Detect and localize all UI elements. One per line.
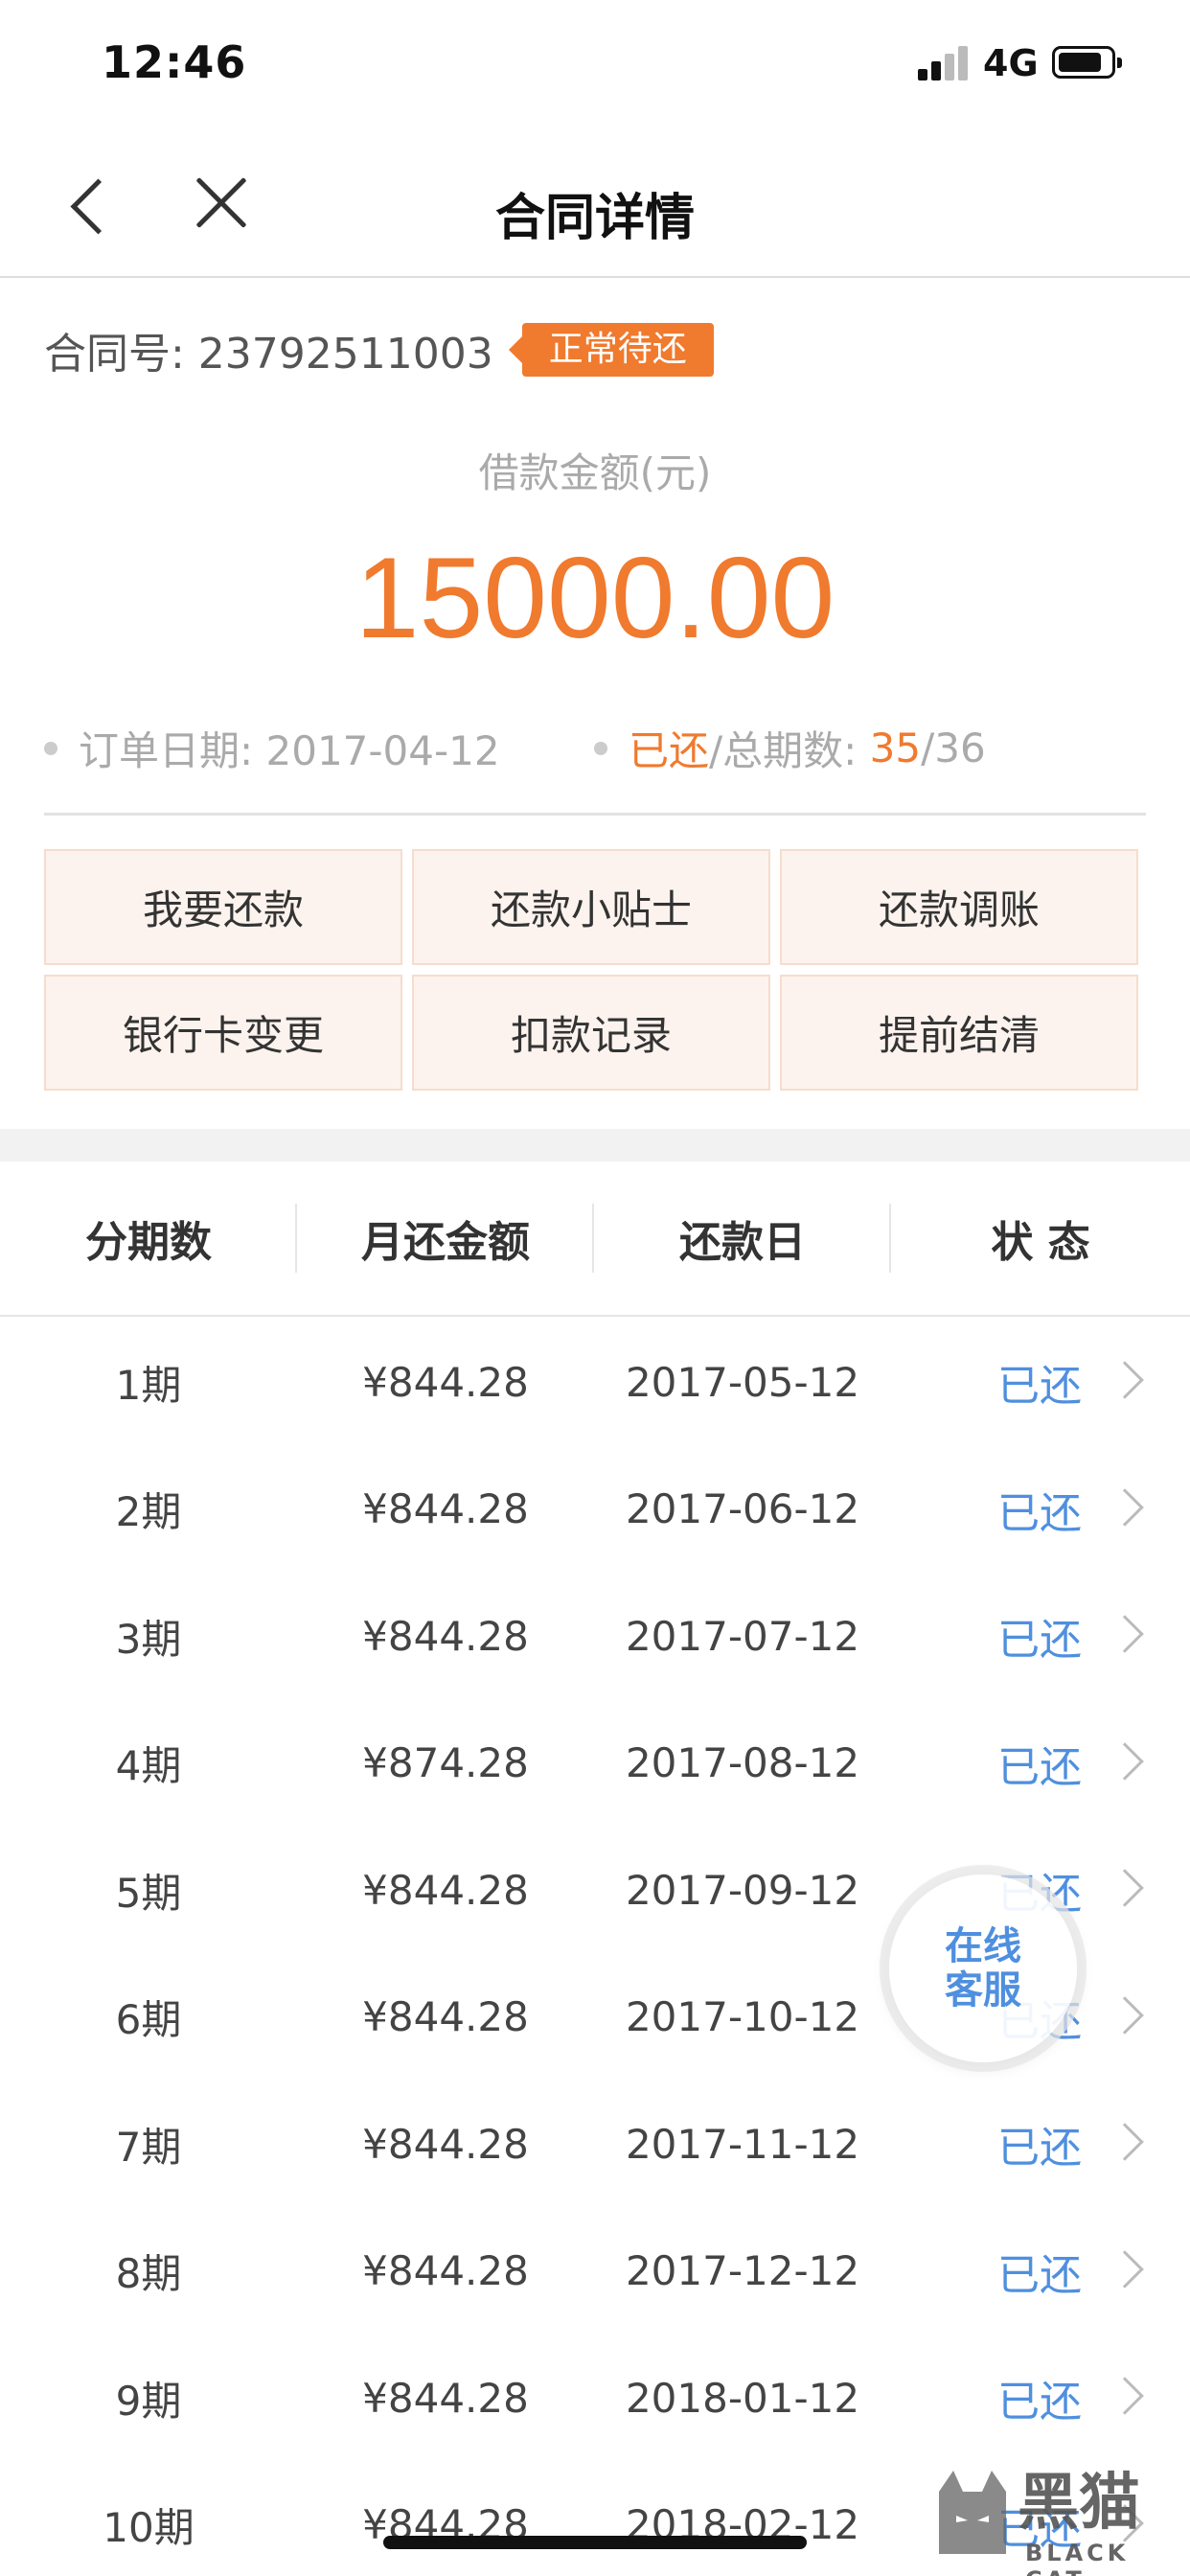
watermark-logo: 黑猫 BLACK CAT [929,2453,1188,2576]
table-row[interactable]: 1期 ¥844.28 2017-05-12 已还 [0,1319,1190,1446]
paid-label: 已还 [629,727,710,774]
contract-row: 合同号: 23792511003 正常待还 [44,316,714,383]
deduction-records-button[interactable]: 扣款记录 [412,975,770,1091]
chevron-right-icon [1106,2123,1144,2161]
divider [44,813,1146,816]
contract-number: 合同号: 23792511003 [44,330,493,379]
nav-bar: 合同详情 [0,129,1190,278]
status-time: 12:46 [102,36,247,88]
row-period: 10期 [103,2504,195,2552]
signal-icon [918,46,968,80]
bullet-icon [44,741,57,755]
row-date: 2017-12-12 [625,2247,860,2295]
chevron-right-icon [1106,1615,1144,1653]
row-date: 2017-11-12 [625,2120,860,2168]
watermark-subtext: BLACK CAT [1025,2540,1130,2576]
row-period: 4期 [115,1742,182,1790]
total-label: /总期数: [709,727,870,774]
row-status: 已还 [997,2124,1082,2174]
row-status: 已还 [997,1616,1082,1666]
row-status: 已还 [997,2378,1082,2427]
row-period: 9期 [115,2377,182,2425]
row-status: 已还 [997,1488,1082,1538]
bullet-icon [594,741,607,755]
change-bank-card-button[interactable]: 银行卡变更 [44,975,402,1091]
header-status: 状 态 [991,1218,1090,1267]
row-period: 5期 [115,1869,182,1917]
online-service-line1: 在线 [945,1924,1021,1968]
network-type: 4G [983,42,1039,84]
amount-label: 借款金额(元) [478,449,712,496]
chevron-right-icon [1106,1741,1144,1781]
header-date: 还款日 [594,1161,891,1316]
chevron-right-icon [1106,1487,1144,1527]
row-period: 6期 [115,1996,182,2044]
chevron-right-icon [1106,2249,1144,2288]
table-row[interactable]: 3期 ¥844.28 2017-07-12 已还 [0,1573,1190,1700]
row-period: 8期 [115,2250,182,2298]
row-amount: ¥844.28 [362,1612,529,1660]
chevron-right-icon [1106,2377,1144,2415]
chevron-right-icon [1106,1995,1144,2035]
row-date: 2017-09-12 [625,1866,860,1914]
action-grid: 我要还款 还款小贴士 还款调账 银行卡变更 扣款记录 提前结清 [44,849,1138,1091]
online-service-button[interactable]: 在线 客服 [889,1874,1077,2062]
row-period: 1期 [115,1361,182,1409]
loan-amount: 15000.00 [355,534,835,662]
row-amount: ¥844.28 [362,2120,529,2168]
early-settlement-button[interactable]: 提前结清 [780,975,1138,1091]
status-badge: 正常待还 [508,323,714,377]
row-amount: ¥844.28 [362,2374,529,2422]
row-date: 2017-08-12 [625,1739,860,1787]
header-amount: 月还金额 [297,1161,594,1316]
row-amount: ¥844.28 [362,1485,529,1533]
row-period: 2期 [115,1488,182,1536]
paid-count: 35 [869,724,922,771]
row-amount: ¥844.28 [362,1358,529,1406]
row-date: 2017-05-12 [625,1358,860,1406]
status-bar: 12:46 4G [0,0,1190,129]
table-row[interactable]: 9期 ¥844.28 2018-01-12 已还 [0,2334,1190,2462]
total-count: /36 [921,724,986,771]
repay-button[interactable]: 我要还款 [44,849,402,965]
row-date: 2018-02-12 [625,2501,860,2549]
row-status: 已还 [997,1742,1082,1792]
repay-tips-button[interactable]: 还款小贴士 [412,849,770,965]
row-amount: ¥844.28 [362,1993,529,2041]
table-row[interactable]: 7期 ¥844.28 2017-11-12 已还 [0,2081,1190,2208]
header-period: 分期数 [0,1161,297,1316]
row-date: 2018-01-12 [625,2374,860,2422]
page-title: 合同详情 [494,190,695,247]
battery-icon [1052,46,1122,79]
row-date: 2017-10-12 [625,1993,860,2041]
row-period: 7期 [115,2123,182,2171]
row-amount: ¥874.28 [362,1739,529,1787]
table-row[interactable]: 2期 ¥844.28 2017-06-12 已还 [0,1446,1190,1574]
online-service-line2: 客服 [945,1968,1021,2012]
row-period: 3期 [115,1615,182,1663]
watermark-text: 黑猫 [1018,2468,1140,2539]
row-amount: ¥844.28 [362,1866,529,1914]
row-amount: ¥844.28 [362,2247,529,2295]
chevron-right-icon [1106,1869,1144,1907]
chevron-right-icon [1106,1361,1144,1399]
home-indicator [383,2536,807,2549]
row-amount: ¥844.28 [362,2501,529,2549]
meta-row: 订单日期: 2017-04-12 已还 /总期数: 35 /36 [44,719,1146,780]
row-date: 2017-06-12 [625,1485,860,1533]
row-date: 2017-07-12 [625,1612,860,1660]
period-progress-item: 已还 /总期数: 35 /36 [594,719,986,777]
table-row[interactable]: 8期 ¥844.28 2017-12-12 已还 [0,2208,1190,2335]
order-date: 订单日期: 2017-04-12 [79,727,500,774]
section-separator [0,1129,1190,1162]
table-row[interactable]: 4期 ¥874.28 2017-08-12 已还 [0,1700,1190,1828]
order-date-item: 订单日期: 2017-04-12 [44,719,500,777]
row-status: 已还 [997,1362,1082,1412]
cat-logo-icon [939,2471,1006,2554]
row-status: 已还 [997,2250,1082,2300]
table-header: 分期数 月还金额 还款日 状 态 [0,1162,1190,1317]
repay-adjust-button[interactable]: 还款调账 [780,849,1138,965]
